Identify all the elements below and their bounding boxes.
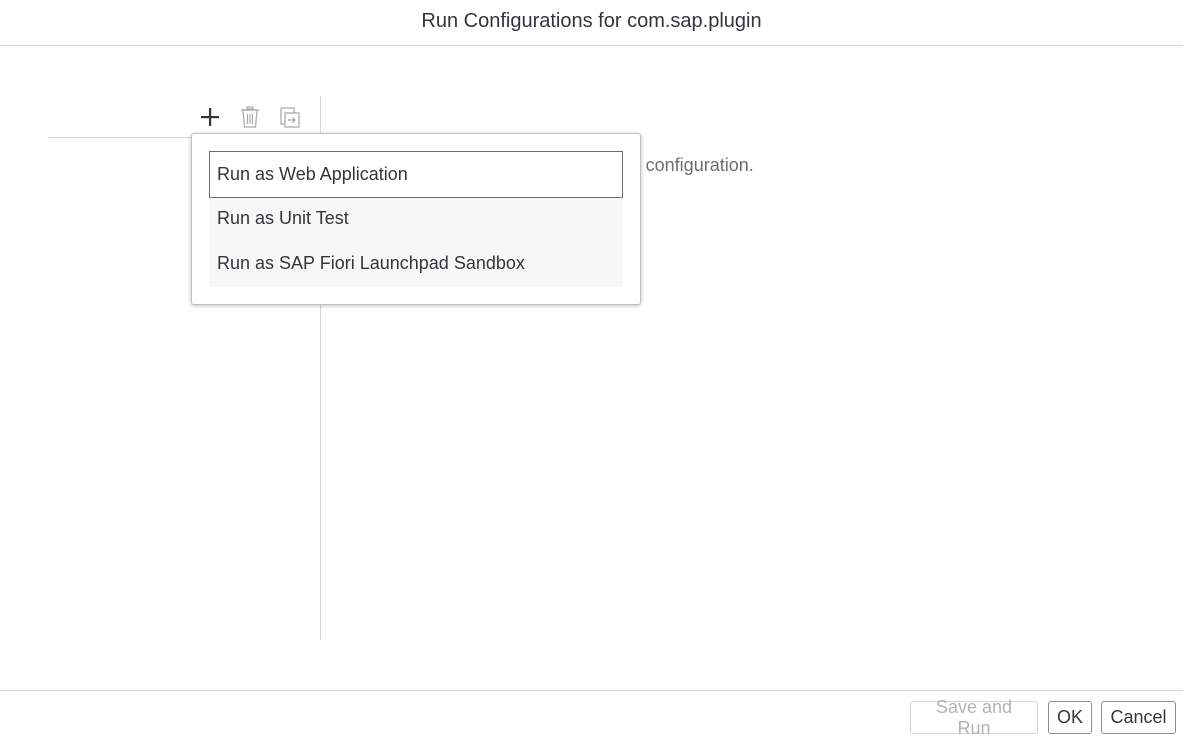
dialog-header: Run Configurations for com.sap.plugin [0,0,1183,46]
export-icon [279,106,301,128]
dialog-title: Run Configurations for com.sap.plugin [421,10,762,32]
menu-item-fiori-launchpad-sandbox[interactable]: Run as SAP Fiori Launchpad Sandbox [209,241,623,286]
trash-icon [240,106,260,128]
duplicate-configuration-button[interactable] [276,104,304,130]
add-configuration-popover: Run as Web Application Run as Unit Test … [191,133,641,305]
save-and-run-button[interactable]: Save and Run [910,697,1038,738]
run-configurations-dialog: Run Configurations for com.sap.plugin co… [0,0,1183,740]
config-toolbar [196,104,316,130]
add-configuration-button[interactable] [196,104,224,130]
cancel-button[interactable]: Cancel [1101,701,1176,734]
menu-item-web-application[interactable]: Run as Web Application [209,151,623,198]
menu-item-unit-test[interactable]: Run as Unit Test [209,196,623,241]
delete-configuration-button[interactable] [236,104,264,130]
ok-button[interactable]: OK [1048,701,1092,734]
configuration-type-list: Run as Web Application Run as Unit Test … [209,151,623,287]
dialog-footer: Save and Run OK Cancel [0,690,1183,740]
plus-icon [200,107,220,127]
